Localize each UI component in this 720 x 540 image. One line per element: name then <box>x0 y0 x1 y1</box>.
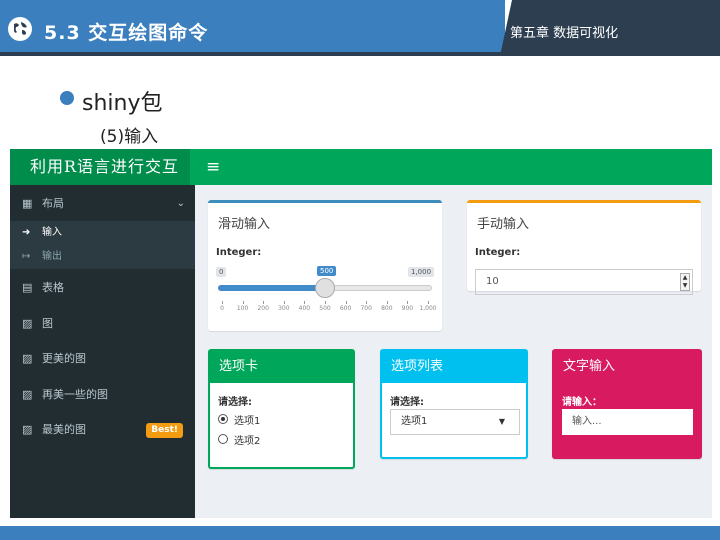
best-badge: Best! <box>146 423 183 438</box>
slider-tick-label: 900 <box>401 305 414 312</box>
sidebar-item-nicest-plot[interactable]: ▨ 最美的图 Best! <box>10 415 195 445</box>
header-underline <box>0 52 505 56</box>
chevron-down-icon: ⌄ <box>176 198 185 209</box>
bullet-heading: shiny包 <box>82 91 163 116</box>
sidebar-item-plot[interactable]: ▨ 图 <box>10 309 195 339</box>
box-title: 手动输入 <box>477 217 530 232</box>
sign-in-icon: ➜ <box>22 227 31 238</box>
slider-max-label: 1,000 <box>408 267 435 277</box>
slider-tick-label: 100 <box>236 305 249 312</box>
radio-option-1[interactable] <box>218 414 228 424</box>
image-icon: ▨ <box>22 423 33 436</box>
slider-tick <box>283 301 285 304</box>
text-input[interactable]: 输入... <box>562 409 693 435</box>
sidebar-item-layout[interactable]: ▦ 布局 ⌄ <box>10 189 195 219</box>
sidebar-subitem-input[interactable]: ➜ 输入 <box>10 221 195 245</box>
text-input-box: 文字输入 请输入： 输入... <box>552 349 702 459</box>
sidebar-item-even-nicer-plot[interactable]: ▨ 再美一些的图 <box>10 380 195 410</box>
text-label: 请输入： <box>562 397 602 408</box>
slider-tick-label: 1,000 <box>419 305 437 312</box>
slider-fill <box>218 285 325 291</box>
box-header: 选项卡 <box>210 351 353 383</box>
app-logo[interactable]: 利用R语言进行交互 <box>10 149 190 185</box>
text-input-placeholder: 输入... <box>572 416 602 427</box>
box-header: 选项列表 <box>382 351 526 383</box>
slider-min-label: 0 <box>216 267 227 277</box>
spin-down-icon[interactable]: ▼ <box>681 282 689 290</box>
bullet-icon <box>60 91 74 105</box>
image-icon: ▨ <box>22 317 33 330</box>
slider-tick-label: 700 <box>360 305 372 312</box>
grid-icon: ▦ <box>22 197 33 210</box>
slider-tick <box>386 301 388 304</box>
footer-band <box>0 526 720 540</box>
sidebar-item-label: 表格 <box>42 281 64 294</box>
slider-tick-label: 0 <box>220 305 224 312</box>
radio-option-label: 选项1 <box>234 416 261 427</box>
sidebar: ▦ 布局 ⌄ ➜ 输入 ↦ 输出 ▤ 表格 ▨ 图 ▨ 更美的图 ▨ 再美一些的图 ▨ 最美的图… <box>10 185 195 518</box>
slider-tick <box>345 301 347 304</box>
sidebar-item-nicer-plot[interactable]: ▨ 更美的图 <box>10 344 195 374</box>
slider-tick-label: 600 <box>339 305 352 312</box>
radio-option-2[interactable] <box>218 434 228 444</box>
sidebar-subitem-label: 输入 <box>42 227 62 238</box>
footer-gap <box>0 518 720 526</box>
manual-input-box: 手动输入 Integer: 10 ▲ ▼ <box>467 200 701 295</box>
slider-value-label: 500 <box>317 266 337 276</box>
radio-option-label: 选项2 <box>234 436 261 447</box>
box-title: 滑动输入 <box>218 217 271 232</box>
slider-handle[interactable] <box>315 278 335 298</box>
table-icon: ▤ <box>22 281 33 294</box>
globe-icon <box>8 17 32 41</box>
sidebar-subitem-label: 输出 <box>42 251 62 262</box>
sidebar-item-label: 再美一些的图 <box>42 388 108 401</box>
image-icon: ▨ <box>22 352 33 365</box>
option-select[interactable]: 选项1 ▼ <box>390 409 520 435</box>
slider-tick-label: 200 <box>257 305 269 312</box>
spin-up-icon[interactable]: ▲ <box>681 274 689 282</box>
numeric-input[interactable]: 10 ▲ ▼ <box>475 269 693 295</box>
slider-tick <box>222 301 223 304</box>
sub-heading: (5)输入 <box>100 127 159 147</box>
numeric-label: Integer: <box>475 247 521 258</box>
slider-tick <box>304 301 306 304</box>
sidebar-submenu: ➜ 输入 ↦ 输出 <box>10 221 195 269</box>
slider-tick-label: 300 <box>278 305 290 312</box>
slider-tick <box>428 301 429 304</box>
slide-title: 5.3 交互绘图命令 <box>44 22 209 44</box>
slider-tick <box>325 301 326 304</box>
sidebar-item-label: 最美的图 <box>42 423 86 436</box>
chapter-label: 第五章 数据可视化 <box>510 26 619 41</box>
sidebar-item-label: 图 <box>42 317 53 330</box>
sidebar-item-label: 布局 <box>42 197 64 210</box>
select-value: 选项1 <box>401 416 428 427</box>
radio-label: 请选择: <box>218 397 252 408</box>
caret-down-icon: ▼ <box>498 417 505 426</box>
menu-toggle-icon[interactable]: ≡ <box>206 157 220 177</box>
radio-box: 选项卡 请选择: 选项1 选项2 <box>208 349 355 469</box>
slider-tick-label: 500 <box>319 305 331 312</box>
slide-header: 5.3 交互绘图命令 第五章 数据可视化 <box>0 0 720 56</box>
select-label: 请选择: <box>390 397 424 408</box>
sign-out-icon: ↦ <box>22 251 31 262</box>
slider-tick <box>407 301 409 304</box>
slider-input-box: 滑动输入 Integer: 0 1,000 500 0 100 200 300 400 5… <box>208 200 442 331</box>
sidebar-subitem-output[interactable]: ↦ 输出 <box>10 245 195 269</box>
sidebar-item-label: 更美的图 <box>42 352 86 365</box>
app-header: 利用R语言进行交互 ≡ <box>10 149 712 185</box>
slider-tick-label: 400 <box>298 305 311 312</box>
box-header: 文字输入 <box>563 359 616 374</box>
slider-label: Integer: <box>216 247 262 258</box>
slider-tick <box>263 301 265 304</box>
slider-tick-label: 800 <box>381 305 393 312</box>
shiny-dashboard-screenshot: 利用R语言进行交互 ≡ ▦ 布局 ⌄ ➜ 输入 ↦ 输出 ▤ 表格 ▨ 图 ▨ 更美的图 ▨… <box>10 149 712 518</box>
select-box: 选项列表 请选择: 选项1 ▼ <box>380 349 528 459</box>
sidebar-item-table[interactable]: ▤ 表格 <box>10 273 195 303</box>
spinner-icon[interactable]: ▲ ▼ <box>680 273 690 291</box>
slider-tick <box>366 301 368 304</box>
image-icon: ▨ <box>22 388 33 401</box>
slider-tick <box>242 301 244 304</box>
numeric-input-value: 10 <box>486 276 499 287</box>
